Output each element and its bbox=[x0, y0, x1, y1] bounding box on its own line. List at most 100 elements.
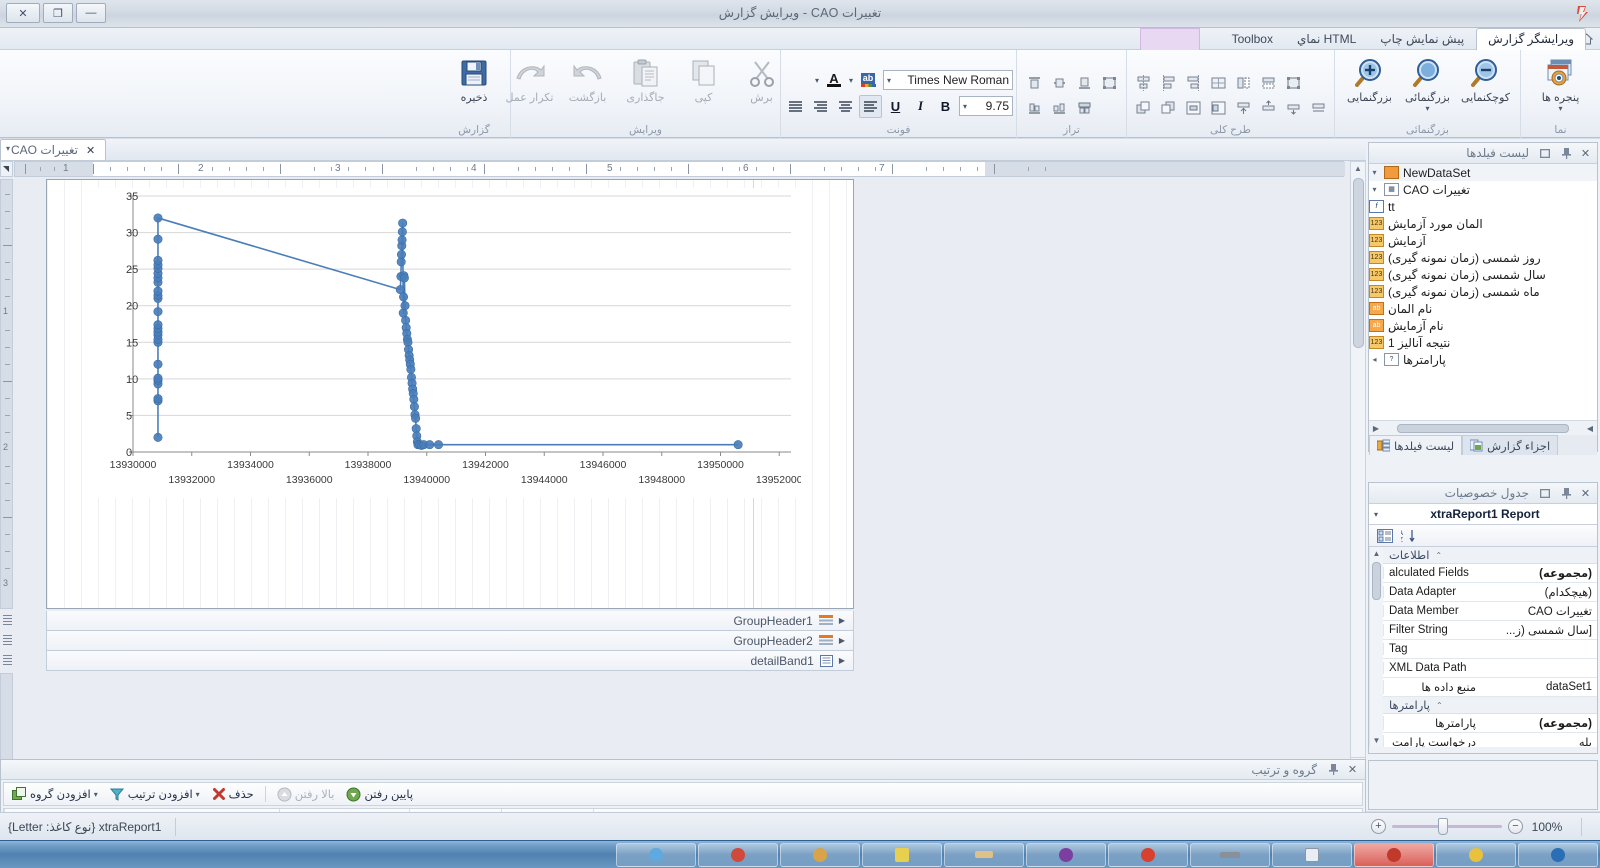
taskbar-item[interactable] bbox=[1354, 842, 1434, 867]
align-right-text-button[interactable] bbox=[809, 95, 832, 118]
band-expander-icon[interactable]: ▶ bbox=[839, 656, 845, 665]
zoom-out-icon[interactable]: − bbox=[1508, 819, 1523, 834]
property-value[interactable]: dataSet1 bbox=[1481, 681, 1597, 693]
remove-spacing-icon[interactable] bbox=[1307, 97, 1330, 120]
property-value[interactable]: بله bbox=[1481, 735, 1597, 747]
field-list-item-shamsi-year[interactable]: 123 سال شمسی (زمان نمونه گیری) bbox=[1369, 266, 1597, 283]
field-list-item-test-name[interactable]: ab نام آزمایش bbox=[1369, 317, 1597, 334]
categorized-view-icon[interactable] bbox=[1375, 527, 1395, 545]
scroll-up-icon[interactable]: ▲ bbox=[1373, 547, 1381, 560]
add-group-button[interactable]: افزودن گروه ▾ bbox=[8, 784, 102, 804]
field-list-horizontal-scrollbar[interactable]: ◀ ▶ bbox=[1369, 420, 1597, 435]
align-bottom-icon[interactable] bbox=[1073, 72, 1096, 95]
band-handle-detailband1[interactable] bbox=[1, 653, 14, 667]
align-center-icon[interactable] bbox=[1048, 97, 1071, 120]
taskbar-item[interactable] bbox=[1272, 842, 1352, 867]
zoom-slider-thumb[interactable] bbox=[1438, 818, 1448, 835]
increase-spacing-icon[interactable] bbox=[1257, 97, 1280, 120]
band-groupheader1[interactable]: ▶ GroupHeader1 bbox=[46, 611, 854, 631]
add-sort-caret-icon[interactable]: ▾ bbox=[196, 790, 200, 799]
properties-pin-icon[interactable] bbox=[1558, 487, 1571, 499]
add-sort-button[interactable]: افزودن ترتیب ▾ bbox=[106, 784, 204, 804]
taskbar-item[interactable] bbox=[616, 842, 696, 867]
properties-maximize-icon[interactable] bbox=[1537, 488, 1550, 498]
align-middle-icon[interactable] bbox=[1048, 72, 1071, 95]
add-group-caret-icon[interactable]: ▾ bbox=[94, 790, 98, 799]
band-groupheader2[interactable]: ▶ GroupHeader2 bbox=[46, 631, 854, 651]
property-row-xml-data-path[interactable]: XML Data Path bbox=[1383, 659, 1597, 678]
sort-alphabetical-icon[interactable]: A Z bbox=[1399, 527, 1419, 545]
property-row-tag[interactable]: Tag bbox=[1383, 640, 1597, 659]
font-name-caret-icon[interactable]: ▾ bbox=[887, 76, 891, 85]
group-sort-close-icon[interactable]: ✕ bbox=[1346, 763, 1359, 776]
font-size-caret-icon[interactable]: ▾ bbox=[963, 102, 967, 111]
scroll-left-icon[interactable]: ◀ bbox=[1583, 424, 1597, 433]
document-tab[interactable]: تغییرات CAO ✕ bbox=[0, 139, 107, 160]
align-hcenter-icon[interactable] bbox=[1132, 72, 1155, 95]
scrollbar-thumb[interactable] bbox=[1397, 423, 1569, 433]
italic-button[interactable]: I bbox=[909, 95, 932, 118]
field-list-item-element-name[interactable]: ab نام المان bbox=[1369, 300, 1597, 317]
chevron-up-icon[interactable]: ⌃ bbox=[1435, 551, 1442, 560]
align-left-text-button[interactable] bbox=[859, 94, 882, 118]
tab-field-list[interactable]: لیست فیلدها bbox=[1369, 435, 1463, 455]
font-name-combo[interactable]: ▾ Times New Roman bbox=[883, 70, 1013, 90]
taskbar-item[interactable] bbox=[1518, 842, 1598, 867]
chart-control[interactable]: 0 5 10 15 20 25 30 35 13930000 13932000 13934000 13… bbox=[91, 188, 801, 498]
taskbar-item[interactable] bbox=[1190, 842, 1270, 867]
property-row-parameters[interactable]: پارامترها (مجموعه) bbox=[1383, 714, 1597, 733]
property-row-data-member[interactable]: Data Member تغییرات CAO bbox=[1383, 602, 1597, 621]
field-list-item-tt[interactable]: f tt bbox=[1369, 198, 1597, 215]
align-right-edges-icon[interactable] bbox=[1182, 72, 1205, 95]
properties-category-data[interactable]: اطلاعات ⌃ bbox=[1383, 547, 1597, 564]
scrollbar-thumb[interactable] bbox=[1352, 178, 1364, 348]
font-size-combo[interactable]: ▾ 9.75 bbox=[959, 96, 1013, 116]
properties-vertical-scrollbar[interactable]: ▲ ▼ bbox=[1369, 547, 1383, 747]
move-down-button[interactable]: پایین رفتن bbox=[342, 784, 417, 804]
field-list-item-parameters[interactable]: ◂ ? پارامترها bbox=[1369, 351, 1597, 368]
band-handle-groupheader1[interactable] bbox=[1, 613, 14, 627]
property-row-data-source[interactable]: منبع داده ها dataSet1 bbox=[1383, 678, 1597, 697]
property-row-request-parameters[interactable]: درخواست پارامت بله bbox=[1383, 733, 1597, 747]
object-selector-caret-icon[interactable]: ▾ bbox=[1374, 510, 1378, 519]
document-tab-close-icon[interactable]: ✕ bbox=[86, 144, 95, 157]
close-button[interactable]: ✕ bbox=[6, 3, 40, 23]
tab-print-preview[interactable]: پیش نمایش چاپ bbox=[1368, 28, 1476, 50]
delete-button[interactable]: حذف bbox=[208, 784, 258, 804]
taskbar-item[interactable] bbox=[780, 842, 860, 867]
center-vertically-icon[interactable] bbox=[1207, 97, 1230, 120]
tab-toolbox[interactable]: Toolbox bbox=[1220, 28, 1285, 50]
band-detailband1[interactable]: ▶ detailBand1 bbox=[46, 651, 854, 671]
taskbar-item[interactable] bbox=[1026, 842, 1106, 867]
center-horizontally-icon[interactable] bbox=[1182, 97, 1205, 120]
document-tab-menu-caret-icon[interactable]: ▾ bbox=[6, 144, 10, 153]
band-expander-icon[interactable]: ▶ bbox=[839, 616, 845, 625]
field-list-item-table[interactable]: ▾ ▦ تغییرات CAO bbox=[1369, 181, 1597, 198]
align-left-edges-icon[interactable] bbox=[1157, 72, 1180, 95]
zoom-slider[interactable] bbox=[1392, 818, 1502, 835]
minimize-button[interactable]: — bbox=[76, 3, 106, 23]
align-justify-button[interactable] bbox=[784, 95, 807, 118]
properties-grid[interactable]: ▲ ▼ اطلاعات ⌃ alculated Fields (مجموعه) … bbox=[1369, 547, 1597, 747]
band-expander-icon[interactable]: ▶ bbox=[839, 636, 845, 645]
align-right-icon[interactable] bbox=[1073, 97, 1096, 120]
properties-category-parameters[interactable]: پارامترها ⌃ bbox=[1383, 697, 1597, 714]
field-list-item-shamsi-day[interactable]: 123 روز شمسی (زمان نمونه گیری) bbox=[1369, 249, 1597, 266]
tab-html-view[interactable]: نماي HTML bbox=[1285, 28, 1368, 50]
tab-report-designer[interactable]: ویرایشگر گزارش bbox=[1476, 28, 1586, 50]
chevron-left-icon[interactable]: ◂ bbox=[1369, 355, 1380, 364]
zoom-button[interactable]: بزرگنمائی ▾ bbox=[1400, 53, 1456, 113]
field-list-pin-icon[interactable] bbox=[1558, 147, 1571, 159]
design-vertical-scroll[interactable]: ▲ bbox=[1350, 161, 1366, 811]
save-button[interactable]: ذخیره bbox=[446, 53, 502, 104]
property-row-filter-string[interactable]: Filter String [سال شمسی (ز... bbox=[1383, 621, 1597, 640]
field-list-item-test[interactable]: 123 آزمایش bbox=[1369, 232, 1597, 249]
make-spacing-equal-icon[interactable] bbox=[1232, 97, 1255, 120]
size-to-control-icon[interactable] bbox=[1282, 72, 1305, 95]
properties-object-selector[interactable]: ▾ xtraReport1 Report bbox=[1369, 504, 1597, 525]
tab-report-explorer[interactable]: اجزاء گزارش bbox=[1462, 435, 1559, 455]
size-same-height-icon[interactable] bbox=[1257, 72, 1280, 95]
properties-close-icon[interactable]: ✕ bbox=[1579, 487, 1592, 500]
property-row-data-adapter[interactable]: Data Adapter (هیچکدام) bbox=[1383, 583, 1597, 602]
scrollbar-thumb[interactable] bbox=[1372, 562, 1381, 600]
